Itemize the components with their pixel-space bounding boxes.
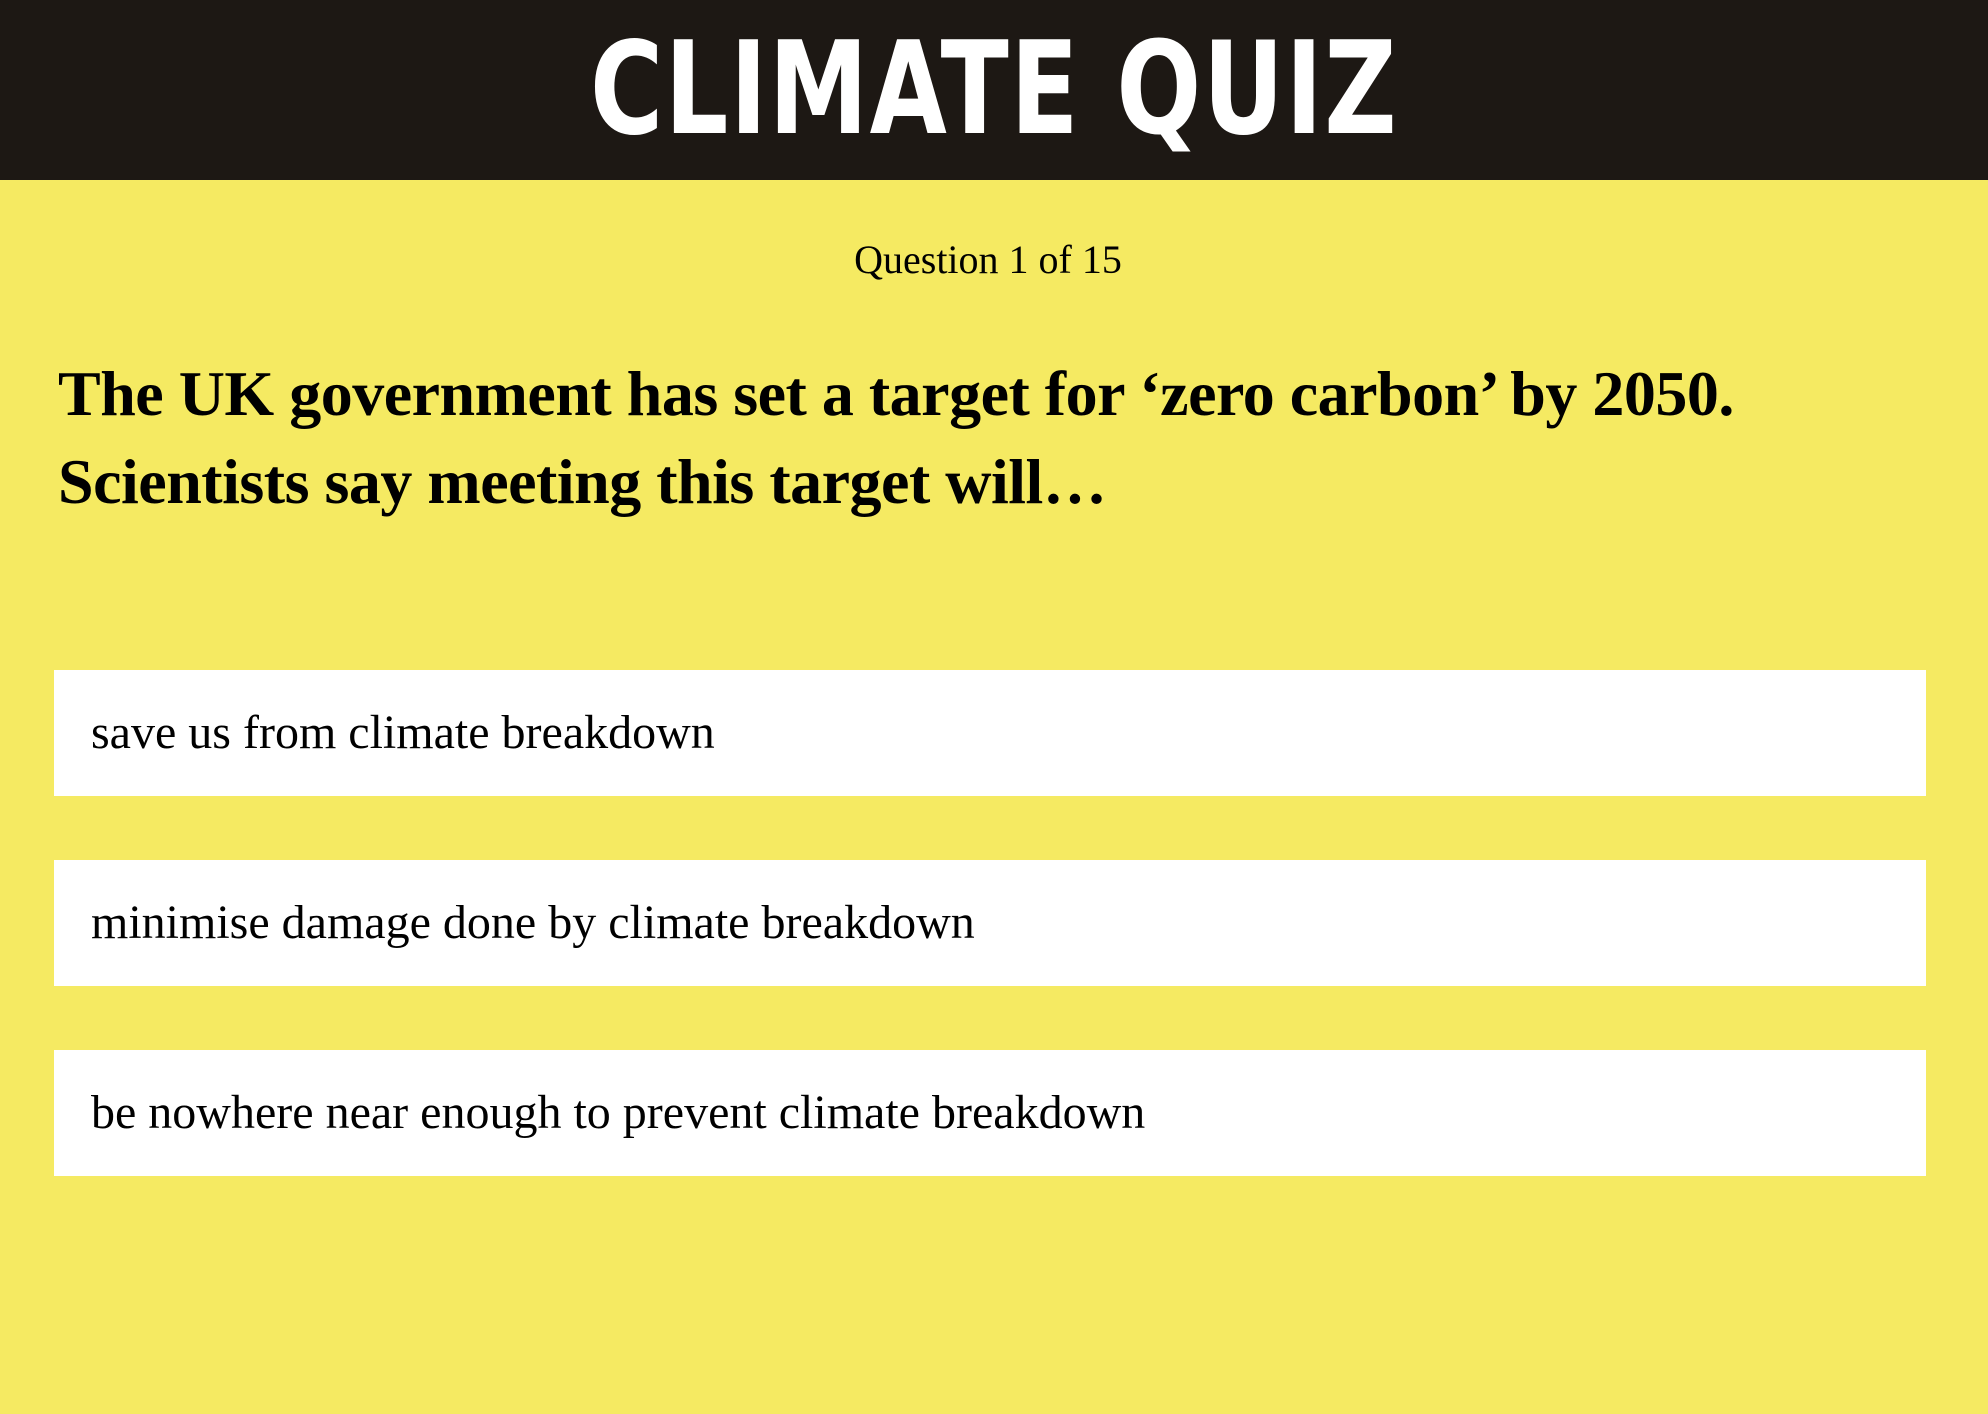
- question-text: The UK government has set a target for ‘…: [58, 350, 1938, 526]
- question-line-1: The UK government has set a target for ‘…: [58, 358, 1734, 429]
- quiz-title: CLIMATE QUIZ: [589, 15, 1399, 164]
- question-counter: Question 1 of 15: [854, 237, 1122, 282]
- question-line-2: Scientists say meeting this target will…: [58, 446, 1107, 517]
- answer-option-3[interactable]: be nowhere near enough to prevent climat…: [54, 1050, 1926, 1176]
- header-bar: CLIMATE QUIZ: [0, 0, 1988, 180]
- answer-option-2[interactable]: minimise damage done by climate breakdow…: [54, 860, 1926, 986]
- answer-list: save us from climate breakdown minimise …: [54, 670, 1926, 1240]
- answer-option-label: minimise damage done by climate breakdow…: [91, 896, 975, 949]
- answer-option-label: be nowhere near enough to prevent climat…: [91, 1086, 1146, 1139]
- answer-option-1[interactable]: save us from climate breakdown: [54, 670, 1926, 796]
- answer-option-label: save us from climate breakdown: [91, 706, 715, 759]
